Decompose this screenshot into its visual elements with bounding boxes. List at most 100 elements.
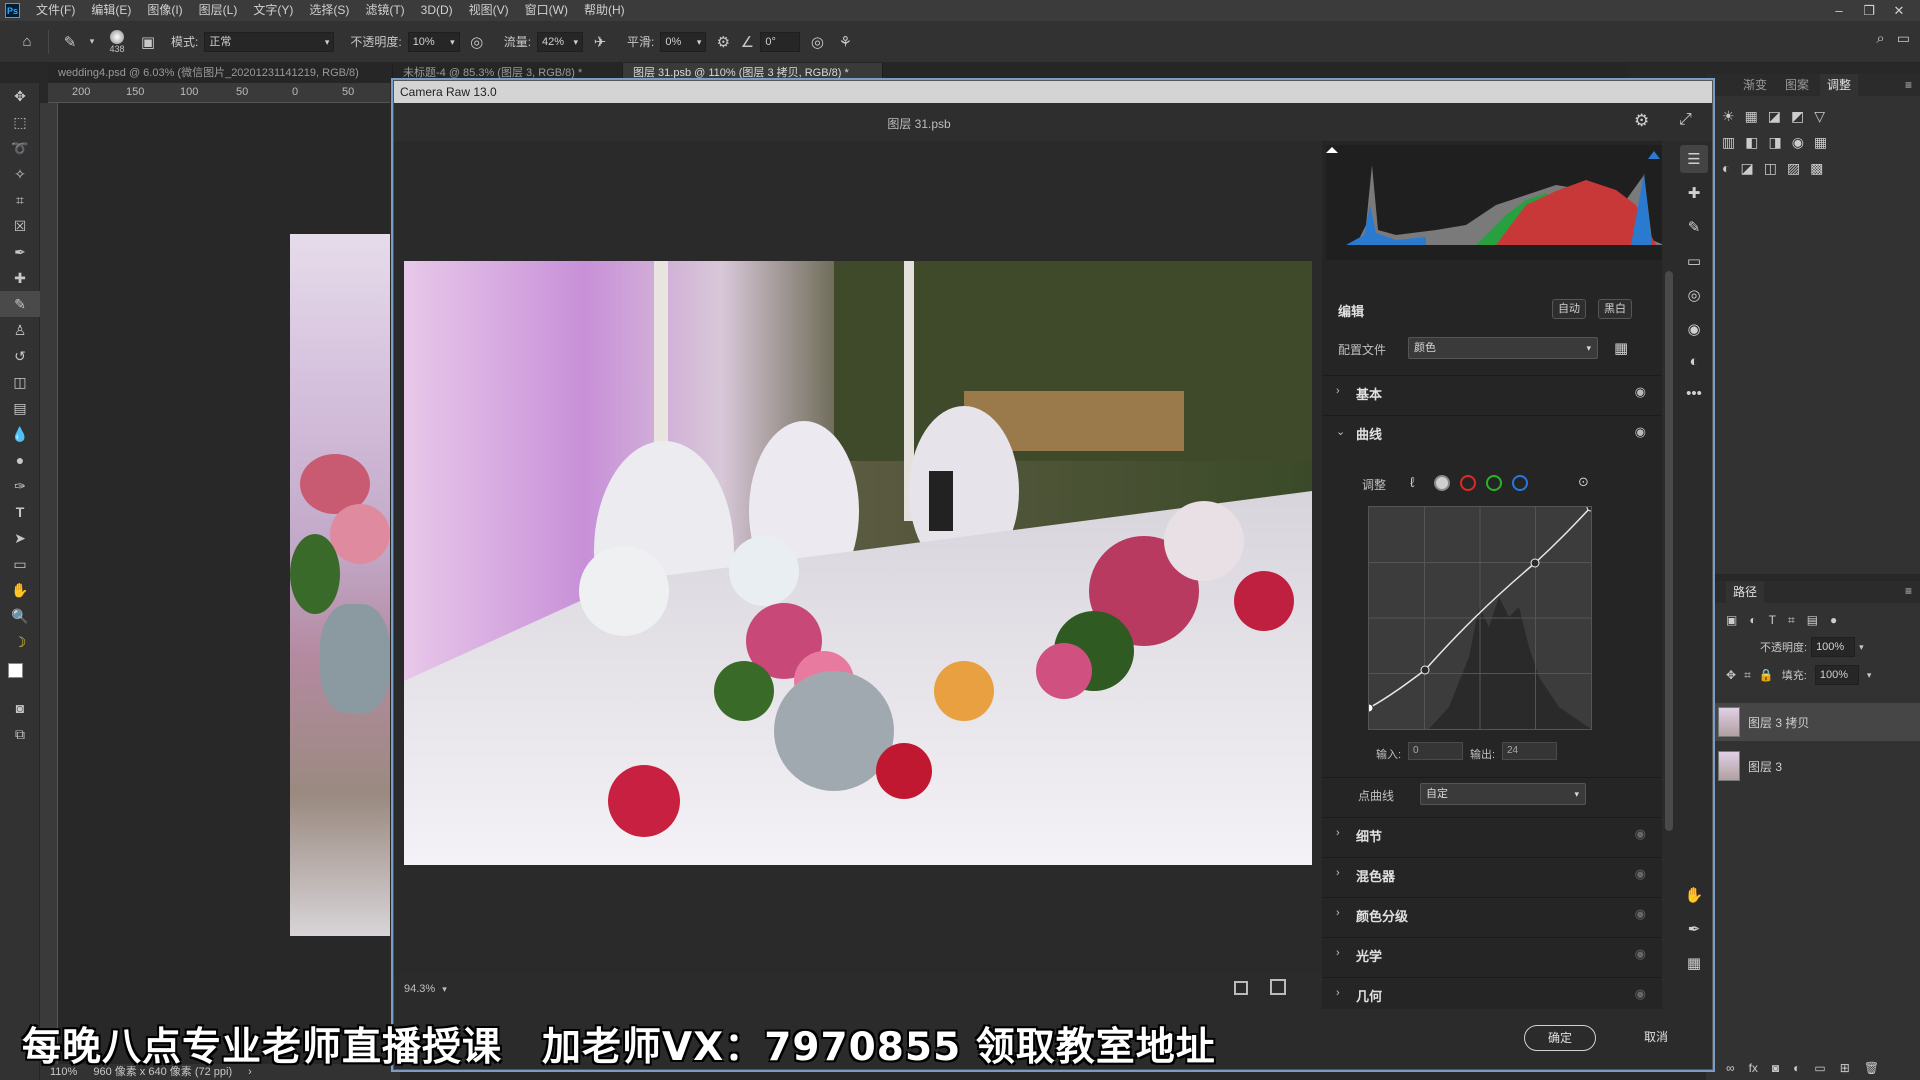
- adjustment-filter-icon[interactable]: ◐: [1749, 613, 1756, 628]
- menu-type[interactable]: 文字(Y): [245, 0, 301, 21]
- screen-mode-icon[interactable]: ⧉: [0, 721, 40, 747]
- point-curve-rgb-icon[interactable]: [1434, 475, 1450, 491]
- brush-tool-icon[interactable]: ✎: [59, 31, 81, 53]
- shape-tool-icon[interactable]: ▭: [0, 551, 40, 577]
- section-mixer[interactable]: › 混色器 ◉: [1322, 857, 1662, 889]
- section-color-grading[interactable]: › 颜色分级 ◉: [1322, 897, 1662, 929]
- hand-icon[interactable]: ✋: [1680, 881, 1708, 909]
- color-balance-icon[interactable]: ◧: [1745, 134, 1758, 151]
- panel-menu-icon[interactable]: ≡: [1905, 584, 1912, 598]
- pressure-opacity-icon[interactable]: ◎: [466, 31, 488, 53]
- filter-toggle-icon[interactable]: ●: [1830, 613, 1837, 628]
- flow-field[interactable]: 42% ▾: [537, 31, 584, 52]
- smoothing-field[interactable]: 0% ▾: [660, 31, 707, 52]
- type-filter-icon[interactable]: T: [1769, 613, 1776, 628]
- panel-menu-icon[interactable]: ≡: [1905, 74, 1912, 96]
- grid-icon[interactable]: ▦: [1680, 949, 1708, 977]
- close-icon[interactable]: ✕: [1884, 3, 1914, 19]
- chevron-down-icon[interactable]: ▾: [1859, 642, 1864, 653]
- section-geometry[interactable]: › 几何 ◉: [1322, 977, 1662, 1009]
- history-brush-tool-icon[interactable]: ↺: [0, 343, 40, 369]
- blur-tool-icon[interactable]: 💧: [0, 421, 40, 447]
- selective-color-icon[interactable]: ▩: [1810, 160, 1823, 177]
- eye-icon[interactable]: ◉: [1635, 906, 1646, 922]
- eraser-tool-icon[interactable]: ◫: [0, 369, 40, 395]
- section-curve[interactable]: ⌄ 曲线 ◉: [1322, 415, 1662, 447]
- channel-mixer-icon[interactable]: ▦: [1814, 134, 1827, 151]
- highlight-clipping-icon[interactable]: [1648, 151, 1660, 159]
- clone-stamp-tool-icon[interactable]: ♙: [0, 317, 40, 343]
- layer-row[interactable]: 图层 3: [1706, 747, 1920, 785]
- tab-gradient[interactable]: 渐变: [1736, 74, 1774, 96]
- lasso-tool-icon[interactable]: ➰: [0, 135, 40, 161]
- curve-point[interactable]: [1530, 558, 1540, 568]
- profile-select[interactable]: 颜色 ▾: [1408, 337, 1598, 359]
- workspace-icon[interactable]: ▭: [1897, 30, 1910, 47]
- group-icon[interactable]: ▭: [1814, 1061, 1825, 1075]
- marquee-tool-icon[interactable]: ⬚: [0, 109, 40, 135]
- color-swatches-icon[interactable]: [0, 655, 40, 695]
- gear-icon[interactable]: ⚙: [712, 31, 734, 53]
- fx-icon[interactable]: fx: [1749, 1061, 1758, 1075]
- gear-icon[interactable]: ⚙: [1634, 111, 1649, 131]
- edit-sliders-icon[interactable]: ☰: [1680, 145, 1708, 173]
- section-detail[interactable]: › 细节 ◉: [1322, 817, 1662, 849]
- minimize-icon[interactable]: –: [1824, 3, 1854, 18]
- banana-icon[interactable]: ☽: [0, 629, 40, 655]
- graduated-filter-icon[interactable]: ▭: [1680, 247, 1708, 275]
- menu-file[interactable]: 文件(F): [28, 0, 83, 21]
- heal-brush-icon[interactable]: ✚: [1680, 179, 1708, 207]
- preview-area[interactable]: [394, 141, 1322, 991]
- tab-wedding4[interactable]: wedding4.psd @ 6.03% (微信图片_2020123114121…: [48, 63, 393, 83]
- parametric-curve-icon[interactable]: ℓ: [1410, 474, 1415, 490]
- shape-filter-icon[interactable]: ⌗: [1788, 613, 1795, 628]
- more-icon[interactable]: •••: [1680, 379, 1708, 407]
- trash-icon[interactable]: 🗑: [1864, 1061, 1879, 1075]
- tab-pattern[interactable]: 图案: [1778, 74, 1816, 96]
- curve-point[interactable]: [1364, 703, 1374, 713]
- menu-3d[interactable]: 3D(D): [413, 0, 461, 21]
- mode-select[interactable]: 正常 ▾: [204, 31, 335, 52]
- chevron-down-icon[interactable]: ▾: [1867, 670, 1872, 681]
- hue-icon[interactable]: ▥: [1722, 134, 1735, 151]
- dodge-tool-icon[interactable]: ●: [0, 447, 40, 473]
- symmetry-icon[interactable]: ⚘: [834, 31, 856, 53]
- ok-button[interactable]: 确定: [1524, 1025, 1596, 1051]
- angle-field[interactable]: 0°: [760, 31, 801, 52]
- exposure-icon[interactable]: ◩: [1791, 108, 1804, 125]
- tone-curve-graph[interactable]: [1364, 502, 1596, 729]
- healing-tool-icon[interactable]: ✚: [0, 265, 40, 291]
- menu-view[interactable]: 视图(V): [461, 0, 517, 21]
- restore-icon[interactable]: ❐: [1854, 3, 1884, 19]
- lock-artboard-icon[interactable]: ⌗: [1744, 668, 1751, 683]
- single-view-icon[interactable]: [1234, 981, 1248, 995]
- edit-panel-scrollbar[interactable]: [1662, 141, 1676, 1009]
- new-layer-icon[interactable]: ⊞: [1840, 1061, 1850, 1075]
- gradient-tool-icon[interactable]: ▤: [0, 395, 40, 421]
- fill-field[interactable]: 100%: [1814, 665, 1859, 685]
- compare-view-icon[interactable]: [1270, 979, 1286, 995]
- posterize-icon[interactable]: ◪: [1740, 160, 1753, 177]
- pressure-size-icon[interactable]: ◎: [806, 31, 828, 53]
- blue-channel-icon[interactable]: [1512, 475, 1528, 491]
- tone-curve-editor[interactable]: [1364, 502, 1596, 730]
- scrollbar-thumb[interactable]: [1665, 271, 1673, 831]
- levels-icon[interactable]: ▦: [1745, 108, 1758, 125]
- bw-button[interactable]: 黑白: [1598, 299, 1632, 319]
- quick-select-tool-icon[interactable]: ✧: [0, 161, 40, 187]
- adjustment-brush-icon[interactable]: ✎: [1680, 213, 1708, 241]
- presets-icon[interactable]: ◐: [1680, 347, 1708, 375]
- menu-filter[interactable]: 滤镜(T): [357, 0, 412, 21]
- pen-tool-icon[interactable]: ✑: [0, 473, 40, 499]
- auto-button[interactable]: 自动: [1552, 299, 1586, 319]
- menu-layer[interactable]: 图层(L): [191, 0, 246, 21]
- profile-browser-icon[interactable]: ▦: [1614, 339, 1628, 357]
- section-optics[interactable]: › 光学 ◉: [1322, 937, 1662, 969]
- brush-settings-icon[interactable]: ▣: [137, 31, 159, 53]
- output-field[interactable]: 24: [1502, 742, 1557, 760]
- brush-tool-icon[interactable]: ✎: [0, 291, 40, 317]
- zoom-tool-icon[interactable]: 🔍: [0, 603, 40, 629]
- mask-icon[interactable]: ◙: [1772, 1061, 1779, 1075]
- threshold-icon[interactable]: ◫: [1764, 160, 1777, 177]
- crop-tool-icon[interactable]: ⌗: [0, 187, 40, 213]
